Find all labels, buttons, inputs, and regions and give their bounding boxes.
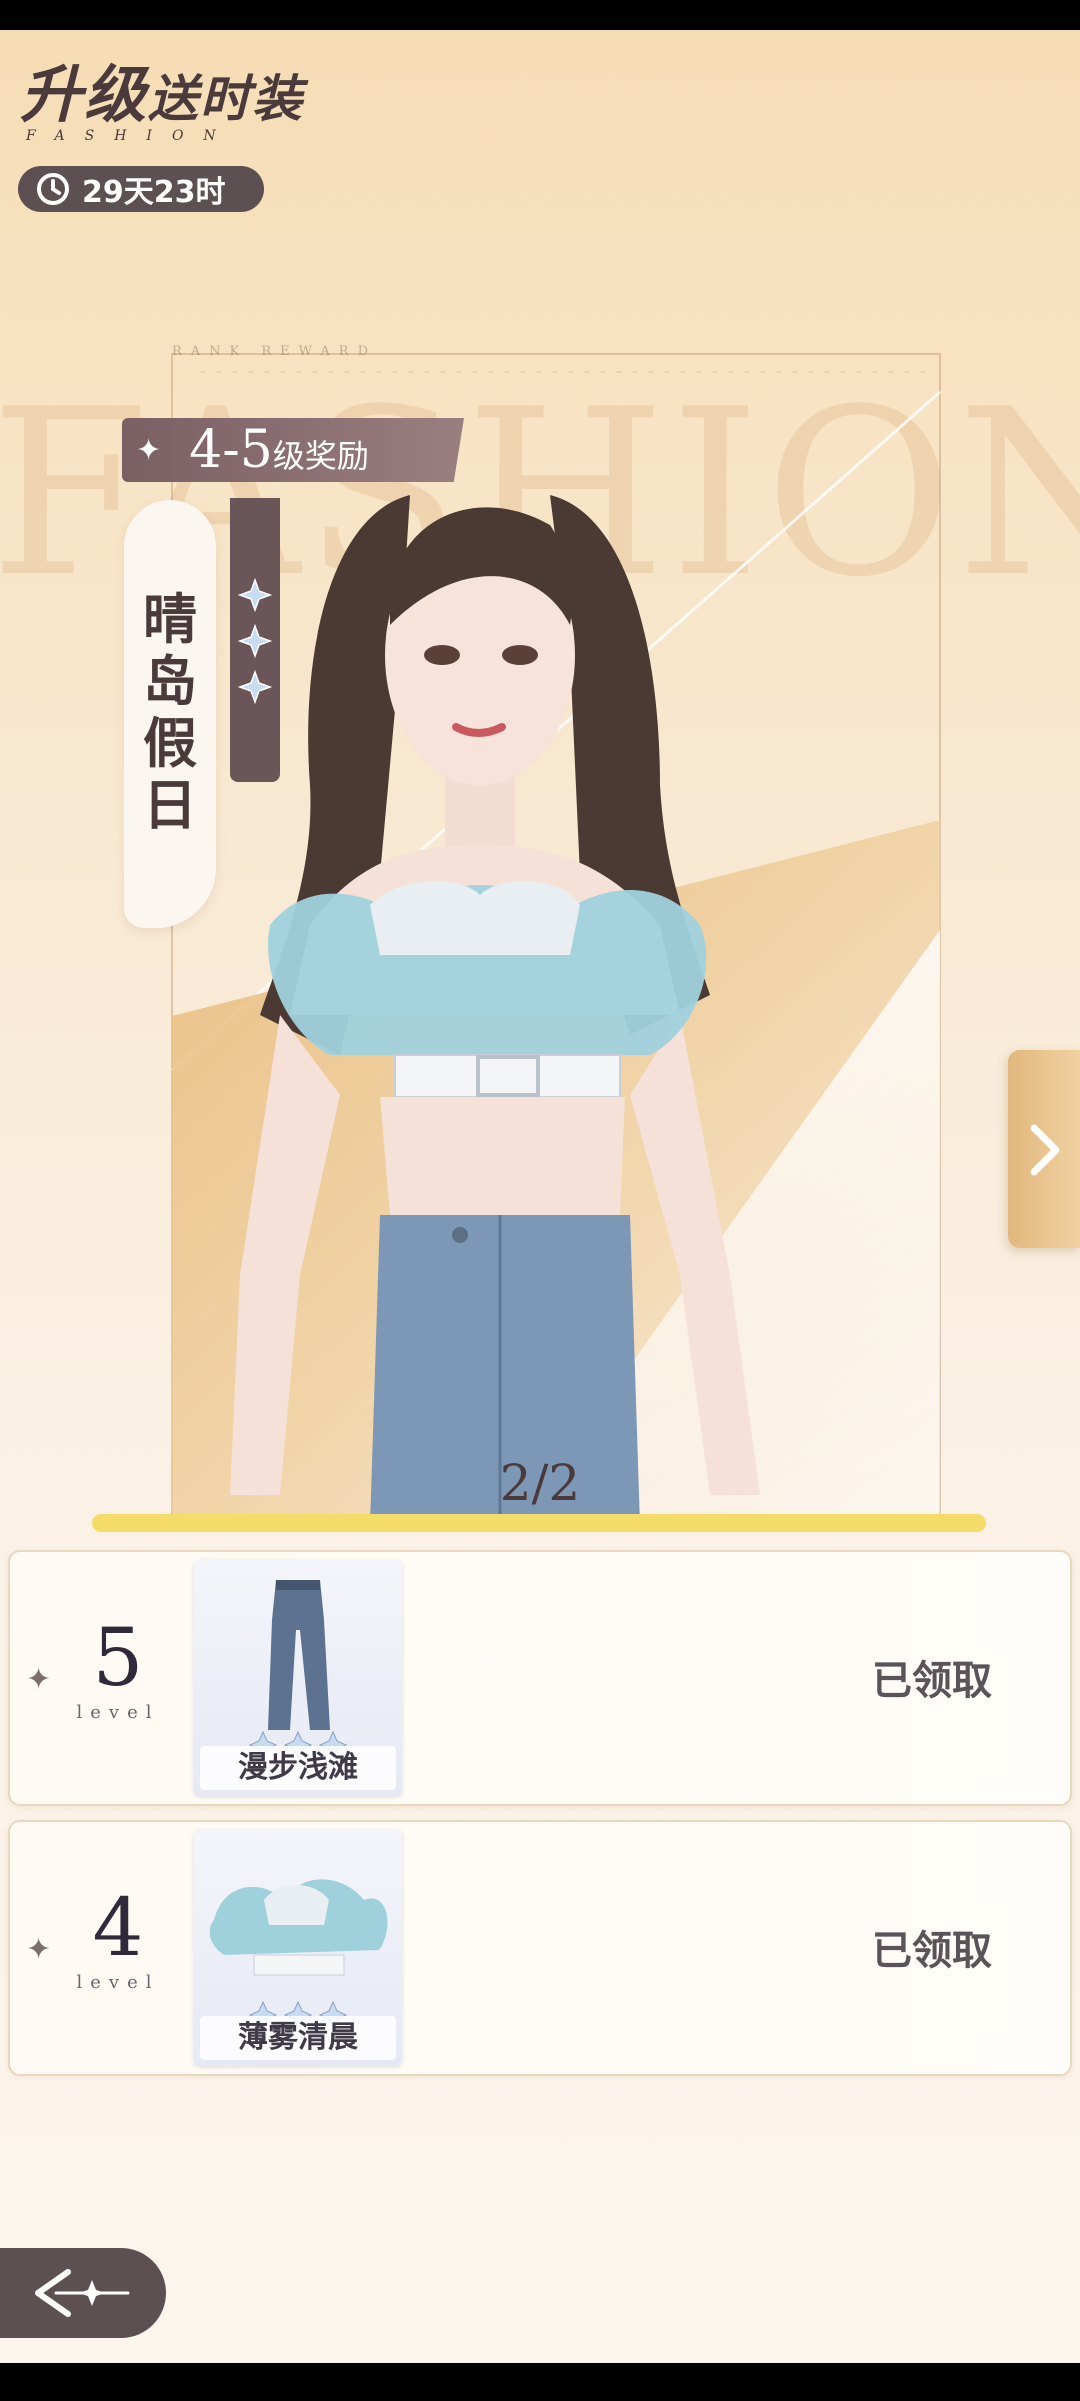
reward-level-word: level <box>76 1702 160 1723</box>
sparkle-icon: ✦ <box>26 1663 52 1696</box>
sparkle-icon: ✦ <box>136 433 162 467</box>
rarity-star-icon <box>238 578 272 612</box>
reward-item-box[interactable]: 漫步浅滩 <box>194 1560 402 1796</box>
ruffle-top-icon <box>209 1879 388 1976</box>
next-outfit-button[interactable] <box>1008 1050 1080 1248</box>
rank-reward-caption: RANK REWARD <box>172 344 377 359</box>
reward-row-level-5[interactable]: ✦ 5 level 漫步浅滩 已领取 <box>8 1550 1072 1806</box>
sparkle-icon: ✦ <box>26 1933 52 1966</box>
level-progress-fill <box>92 1514 986 1532</box>
back-button[interactable] <box>0 2248 166 2338</box>
claimed-status: 已领取 <box>872 1928 992 1974</box>
reward-item-name: 漫步浅滩 <box>200 1746 396 1790</box>
title-rest-text: 送时装 <box>148 69 305 128</box>
reward-range-tag: ✦ 4-5级奖励 <box>122 418 464 482</box>
timer-text: 29天23时 <box>82 175 226 210</box>
claimed-status: 已领取 <box>872 1658 992 1704</box>
back-arrow-icon <box>35 2269 130 2317</box>
outfit-name: 晴岛假日 <box>143 587 197 837</box>
page-indicator: 2/2 <box>499 1454 581 1512</box>
reward-level-word: level <box>76 1972 160 1993</box>
title-subtitle: FASHION <box>26 128 236 144</box>
title-main-text: 升级 <box>20 58 149 131</box>
reward-item-box[interactable]: 薄雾清晨 <box>194 1830 402 2066</box>
rarity-star-icon <box>238 670 272 704</box>
reward-row-level-4[interactable]: ✦ 4 level 薄雾清晨 已领取 <box>8 1820 1072 2076</box>
countdown-timer: 29天23时 <box>18 166 264 212</box>
rarity-stars <box>230 498 280 782</box>
clock-icon <box>37 173 69 205</box>
reward-range-suffix: 级奖励 <box>272 437 369 475</box>
event-title: 升级送时装 FASHION <box>20 64 305 145</box>
reward-level-number: 5 <box>92 1611 144 1704</box>
reward-range-text: 4-5 <box>189 420 273 480</box>
jeans-icon <box>268 1580 330 1730</box>
rarity-star-icon <box>238 624 272 658</box>
chevron-right-icon <box>1030 1124 1060 1176</box>
navigation-bar <box>0 2363 1080 2401</box>
character-illustration <box>230 495 760 1525</box>
reward-level-number: 4 <box>92 1881 144 1974</box>
reward-item-name: 薄雾清晨 <box>200 2016 396 2060</box>
level-progress-bar <box>92 1514 986 1532</box>
